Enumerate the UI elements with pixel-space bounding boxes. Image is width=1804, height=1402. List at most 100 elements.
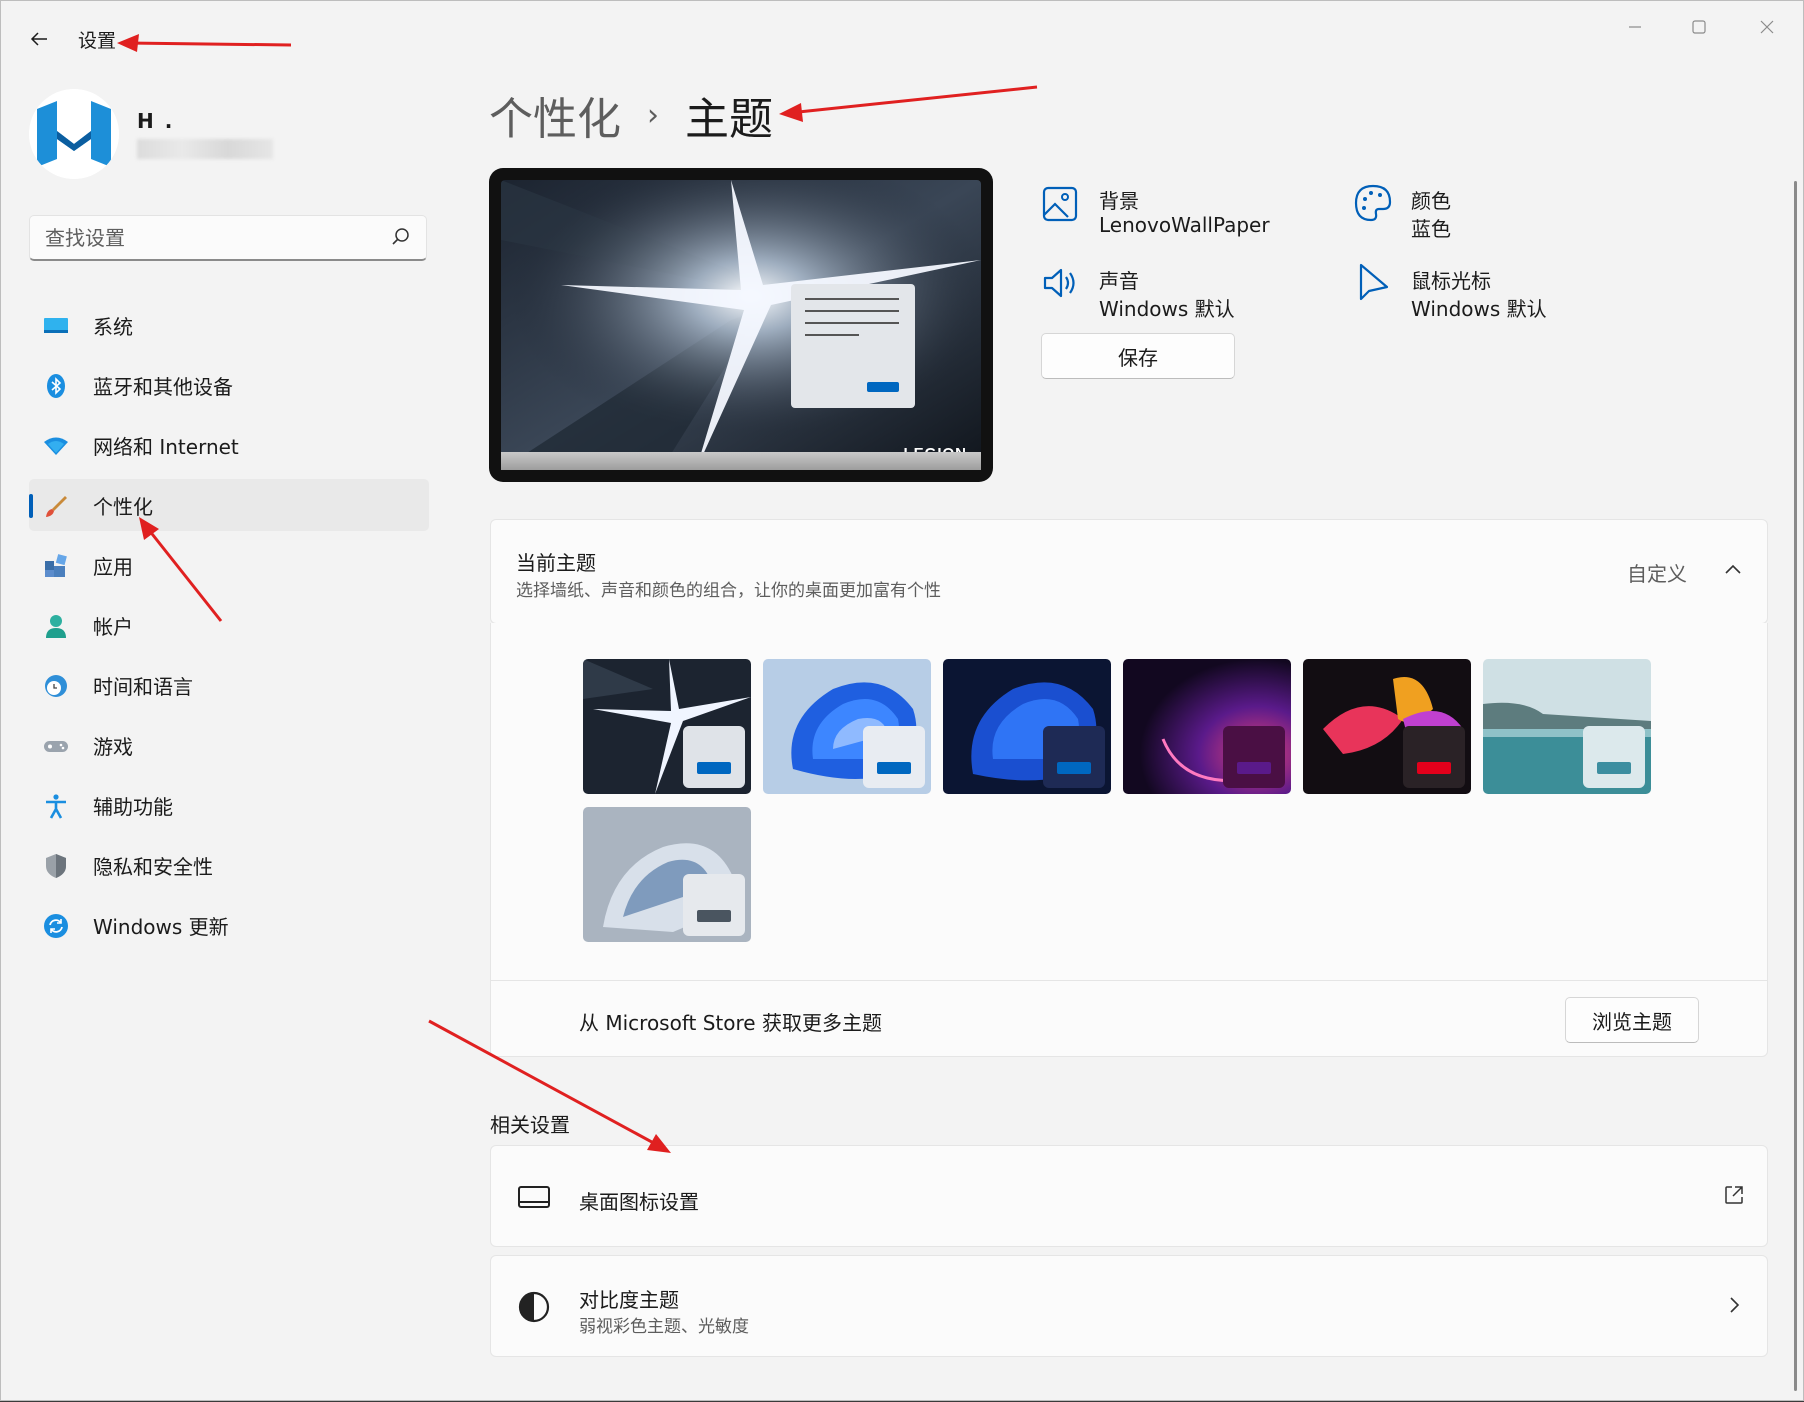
sidebar-item-label: 个性化 xyxy=(93,494,153,519)
gamepad-icon xyxy=(43,733,69,759)
contrast-themes-row[interactable]: 对比度主题 弱视彩色主题、光敏度 xyxy=(490,1255,1768,1357)
cursor-label: 鼠标光标 xyxy=(1411,269,1491,293)
sidebar-item-system[interactable]: 系统 xyxy=(29,299,429,351)
shield-icon xyxy=(43,853,69,879)
browse-themes-button[interactable]: 浏览主题 xyxy=(1565,997,1699,1043)
chevron-up-icon[interactable] xyxy=(1723,560,1743,580)
theme-mini-window xyxy=(1583,726,1645,788)
current-theme-title: 当前主题 xyxy=(516,551,596,575)
search-box[interactable] xyxy=(29,215,427,261)
microsoft-store-row: 从 Microsoft Store 获取更多主题 浏览主题 xyxy=(490,980,1768,1057)
contrast-icon xyxy=(518,1291,550,1323)
monitor-icon xyxy=(518,1186,550,1208)
preview-taskbar xyxy=(501,452,981,470)
theme-thumbnail-windows-dark[interactable] xyxy=(943,659,1111,794)
save-button[interactable]: 保存 xyxy=(1041,333,1235,379)
theme-mini-window xyxy=(1043,726,1105,788)
sidebar-item-label: 蓝牙和其他设备 xyxy=(93,374,233,399)
system-icon xyxy=(43,313,69,339)
page-title: 个性化 › 主题 xyxy=(489,83,773,147)
sidebar-item-windows-update[interactable]: Windows 更新 xyxy=(29,899,429,951)
chevron-right-icon xyxy=(1730,1297,1740,1313)
avatar[interactable] xyxy=(29,89,119,179)
annotation-arrowhead-breadcrumb xyxy=(779,103,803,122)
user-name: H . xyxy=(137,109,175,133)
close-icon xyxy=(1760,20,1774,34)
theme-mini-button xyxy=(877,762,911,774)
sidebar-item-label: 游戏 xyxy=(93,734,133,759)
apps-icon xyxy=(43,553,69,579)
scrollbar[interactable] xyxy=(1794,181,1797,1391)
cursor-icon xyxy=(1359,263,1389,301)
sidebar-item-label: 辅助功能 xyxy=(93,794,173,819)
theme-mini-button xyxy=(1057,762,1091,774)
sidebar-item-accessibility[interactable]: 辅助功能 xyxy=(29,779,429,831)
desktop-icon-settings-title: 桌面图标设置 xyxy=(579,1190,699,1214)
desktop-icon-settings-row[interactable]: 桌面图标设置 xyxy=(490,1145,1768,1247)
sidebar-item-accounts[interactable]: 帐户 xyxy=(29,599,429,651)
theme-thumbnail-sunrise[interactable] xyxy=(1483,659,1651,794)
theme-mini-button xyxy=(1597,762,1631,774)
user-logo-icon xyxy=(29,89,119,179)
background-label: 背景 xyxy=(1099,189,1139,213)
sidebar-nav: 系统 蓝牙和其他设备 网络和 Internet 个性化 应用 帐户 时间和语言 xyxy=(29,299,429,959)
sidebar-item-time-language[interactable]: 时间和语言 xyxy=(29,659,429,711)
theme-mini-window xyxy=(863,726,925,788)
theme-mini-button xyxy=(1237,762,1271,774)
sidebar-item-label: 时间和语言 xyxy=(93,674,193,699)
theme-thumbnail-legion[interactable] xyxy=(583,659,751,794)
sidebar-item-gaming[interactable]: 游戏 xyxy=(29,719,429,771)
maximize-button[interactable] xyxy=(1669,9,1729,45)
sidebar-item-apps[interactable]: 应用 xyxy=(29,539,429,591)
time-language-icon xyxy=(43,673,69,699)
search-icon[interactable] xyxy=(390,226,412,248)
bluetooth-icon xyxy=(43,373,69,399)
color-setting[interactable]: 颜色 蓝色 xyxy=(1353,179,1653,243)
theme-thumbnail-glow[interactable] xyxy=(1123,659,1291,794)
breadcrumb-parent[interactable]: 个性化 xyxy=(489,83,621,147)
settings-window: 设置 H . 系统 蓝牙和其他设备 xyxy=(0,0,1804,1401)
theme-gallery xyxy=(490,623,1768,981)
image-icon xyxy=(1042,186,1078,222)
close-button[interactable] xyxy=(1737,9,1797,45)
palette-icon xyxy=(1354,184,1392,222)
back-arrow-icon xyxy=(30,32,47,46)
theme-thumbnail-windows-light[interactable] xyxy=(763,659,931,794)
sidebar-item-network[interactable]: 网络和 Internet xyxy=(29,419,429,471)
contrast-themes-title: 对比度主题 xyxy=(579,1288,679,1312)
sidebar-item-label: 隐私和安全性 xyxy=(93,854,213,879)
sound-setting[interactable]: 声音 Windows 默认 xyxy=(1041,259,1341,323)
theme-mini-window xyxy=(1223,726,1285,788)
back-button[interactable] xyxy=(21,21,57,57)
theme-thumbnail-flow[interactable] xyxy=(583,807,751,942)
speaker-icon xyxy=(1043,268,1075,298)
annotation-arrow-breadcrumb xyxy=(788,85,1038,115)
search-input[interactable] xyxy=(30,216,387,260)
active-indicator xyxy=(29,494,33,518)
sidebar-item-privacy[interactable]: 隐私和安全性 xyxy=(29,839,429,891)
update-icon xyxy=(43,913,69,939)
current-theme-header[interactable]: 当前主题 选择墙纸、声音和颜色的组合，让你的桌面更加富有个性 自定义 xyxy=(490,519,1768,624)
preview-wallpaper: LEGION xyxy=(501,180,981,470)
background-setting[interactable]: 背景 LenovoWallPaper xyxy=(1041,179,1341,243)
theme-mini-button xyxy=(697,762,731,774)
theme-mini-window xyxy=(683,874,745,936)
wifi-icon xyxy=(43,433,69,459)
current-theme-value: 自定义 xyxy=(1627,562,1687,586)
theme-mini-button xyxy=(1417,762,1451,774)
cursor-setting[interactable]: 鼠标光标 Windows 默认 xyxy=(1353,259,1653,323)
theme-preview: LEGION xyxy=(489,168,993,482)
related-settings-title: 相关设置 xyxy=(490,1113,570,1137)
sidebar-item-bluetooth[interactable]: 蓝牙和其他设备 xyxy=(29,359,429,411)
external-link-icon xyxy=(1725,1186,1743,1204)
background-value: LenovoWallPaper xyxy=(1099,213,1270,237)
theme-thumbnail-captured-motion[interactable] xyxy=(1303,659,1471,794)
sidebar-item-personalization[interactable]: 个性化 xyxy=(29,479,429,531)
sound-value: Windows 默认 xyxy=(1099,297,1235,321)
color-value: 蓝色 xyxy=(1411,217,1451,241)
sound-label: 声音 xyxy=(1099,269,1139,293)
app-title: 设置 xyxy=(78,30,117,52)
minimize-button[interactable] xyxy=(1605,9,1665,45)
cursor-value: Windows 默认 xyxy=(1411,297,1547,321)
sidebar-item-label: 系统 xyxy=(93,314,133,339)
